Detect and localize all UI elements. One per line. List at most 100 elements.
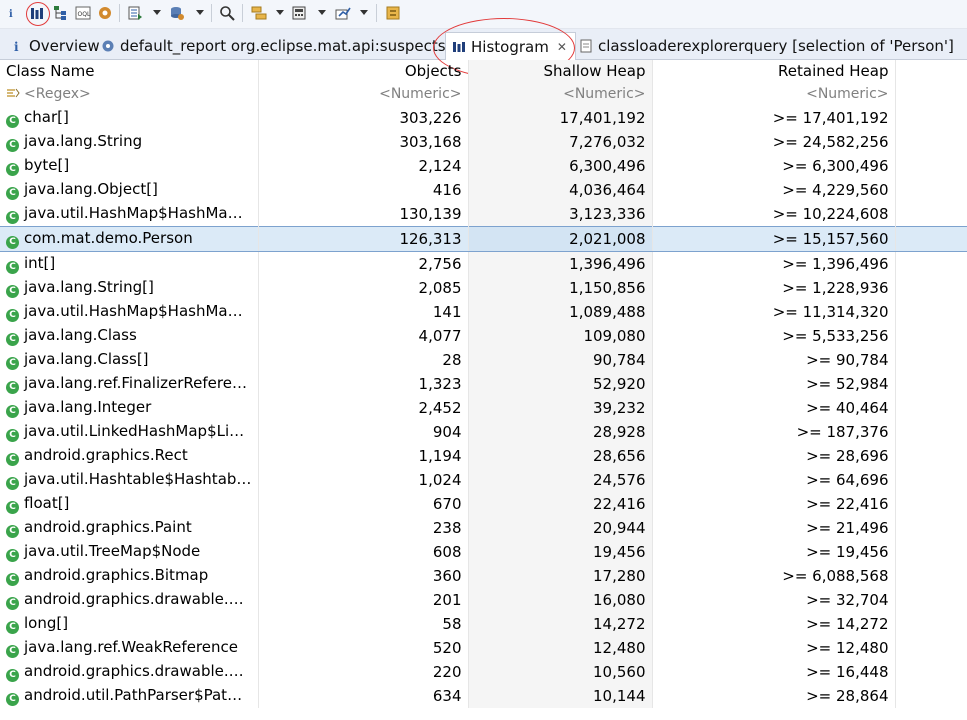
class-icon: C bbox=[6, 453, 19, 466]
retained-heap-cell: >= 40,464 bbox=[652, 396, 896, 420]
report-icon bbox=[101, 39, 115, 53]
class-name: java.lang.Class[] bbox=[24, 350, 149, 368]
table-row[interactable]: Clong[] 58 14,272 >= 14,272 bbox=[0, 612, 967, 636]
class-icon: C bbox=[6, 549, 19, 562]
export-icon[interactable] bbox=[334, 3, 352, 23]
class-icon: C bbox=[6, 211, 19, 224]
table-row[interactable]: Candroid.util.PathParser$PathD... 634 10,1… bbox=[0, 684, 967, 708]
table-row[interactable]: Cjava.lang.Class[] 28 90,784 >= 90,784 bbox=[0, 348, 967, 372]
objects-filter[interactable]: <Numeric> bbox=[258, 82, 469, 106]
retained-heap-cell: >= 5,533,256 bbox=[652, 324, 896, 348]
table-row[interactable]: Candroid.graphics.Paint 238 20,944 >= 21,49… bbox=[0, 516, 967, 540]
dominator-tree-icon[interactable] bbox=[52, 3, 70, 23]
filler-cell bbox=[895, 251, 967, 276]
table-row[interactable]: Candroid.graphics.Rect 1,194 28,656 >= 28,6… bbox=[0, 444, 967, 468]
toolbar-separator bbox=[242, 4, 243, 22]
objects-cell: 220 bbox=[258, 660, 469, 684]
filler-cell bbox=[895, 660, 967, 684]
class-name: java.lang.Class bbox=[24, 326, 137, 344]
settings-icon[interactable] bbox=[384, 3, 402, 23]
table-row[interactable]: Cjava.util.HashMap$HashMapE... 141 1,089,4… bbox=[0, 300, 967, 324]
table-row[interactable]: Cjava.lang.String[] 2,085 1,150,856 >= 1,22… bbox=[0, 276, 967, 300]
class-name: java.lang.String[] bbox=[24, 278, 154, 296]
chevron-down-icon[interactable] bbox=[196, 10, 204, 15]
calculate-icon[interactable] bbox=[290, 3, 308, 23]
column-header-retained-heap[interactable]: Retained Heap bbox=[652, 60, 896, 82]
retained-heap-cell: >= 24,582,256 bbox=[652, 130, 896, 154]
class-icon: C bbox=[6, 187, 19, 200]
table-row[interactable]: Cjava.util.Hashtable$Hashtable... 1,024 24… bbox=[0, 468, 967, 492]
chevron-down-icon[interactable] bbox=[360, 10, 368, 15]
svg-text:i: i bbox=[14, 40, 19, 53]
objects-cell: 2,452 bbox=[258, 396, 469, 420]
chevron-down-icon[interactable] bbox=[153, 10, 161, 15]
class-name: char[] bbox=[24, 108, 69, 126]
table-row[interactable]: Cfloat[] 670 22,416 >= 22,416 bbox=[0, 492, 967, 516]
class-name-cell: Candroid.graphics.Bitmap bbox=[0, 564, 259, 588]
tab-overview[interactable]: i Overview bbox=[10, 33, 100, 59]
filler-cell bbox=[895, 636, 967, 660]
search-icon[interactable] bbox=[218, 3, 236, 23]
class-name-cell: Cjava.lang.Integer bbox=[0, 396, 259, 420]
table-row[interactable]: Cjava.lang.String 303,168 7,276,032 >= 24,5… bbox=[0, 130, 967, 154]
table-row[interactable]: Cjava.util.HashMap$HashMapE... 130,139 3,1… bbox=[0, 202, 967, 227]
table-row[interactable]: Candroid.graphics.drawable.Ni... 220 10,56… bbox=[0, 660, 967, 684]
shallow-heap-cell: 22,416 bbox=[468, 492, 653, 516]
info-icon[interactable]: i bbox=[6, 3, 18, 23]
tab-classloader-explorer[interactable]: classloaderexplorerquery [selection of '… bbox=[579, 33, 954, 59]
table-row[interactable]: Cjava.util.TreeMap$Node 608 19,456 >= 19,45… bbox=[0, 540, 967, 564]
table-row[interactable]: Cint[] 2,756 1,396,496 >= 1,396,496 bbox=[0, 251, 967, 276]
chevron-down-icon[interactable] bbox=[318, 10, 326, 15]
tab-histogram[interactable]: Histogram ✕ bbox=[445, 32, 576, 60]
retained-heap-cell: >= 32,704 bbox=[652, 588, 896, 612]
shallow-heap-cell: 109,080 bbox=[468, 324, 653, 348]
table-header-row: Class Name Objects Shallow Heap Retained… bbox=[0, 60, 967, 82]
oql-icon[interactable]: OQL bbox=[74, 3, 92, 23]
table-row[interactable]: Cchar[] 303,226 17,401,192 >= 17,401,192 bbox=[0, 106, 967, 130]
shallow-heap-cell: 19,456 bbox=[468, 540, 653, 564]
class-icon: C bbox=[6, 139, 19, 152]
group-icon[interactable] bbox=[250, 3, 268, 23]
class-name-cell: Cbyte[] bbox=[0, 154, 259, 178]
filler-cell bbox=[895, 226, 967, 252]
class-icon: C bbox=[6, 501, 19, 514]
shallow-heap-cell: 1,396,496 bbox=[468, 251, 653, 276]
class-name-cell: Cjava.util.LinkedHashMap$Link... bbox=[0, 420, 259, 444]
table-row[interactable]: Cjava.lang.Class 4,077 109,080 >= 5,533,256 bbox=[0, 324, 967, 348]
class-name: long[] bbox=[24, 614, 69, 632]
table-row[interactable]: Cjava.lang.Integer 2,452 39,232 >= 40,464 bbox=[0, 396, 967, 420]
close-icon[interactable]: ✕ bbox=[557, 40, 567, 54]
regex-icon bbox=[7, 88, 20, 98]
table-row[interactable]: Cbyte[] 2,124 6,300,496 >= 6,300,496 bbox=[0, 154, 967, 178]
table-row[interactable]: Candroid.graphics.Bitmap 360 17,280 >= 6,08… bbox=[0, 564, 967, 588]
table-row[interactable]: Cjava.util.LinkedHashMap$Link... 904 28,92… bbox=[0, 420, 967, 444]
retained-heap-cell: >= 1,396,496 bbox=[652, 251, 896, 276]
table-row[interactable]: Cjava.lang.ref.WeakReference 520 12,480 >= … bbox=[0, 636, 967, 660]
class-name-cell: Candroid.graphics.Rect bbox=[0, 444, 259, 468]
objects-cell: 2,756 bbox=[258, 251, 469, 276]
column-header-shallow-heap[interactable]: Shallow Heap bbox=[468, 60, 653, 82]
heap-dump-icon[interactable] bbox=[168, 3, 186, 23]
retained-heap-cell: >= 12,480 bbox=[652, 636, 896, 660]
objects-cell: 1,194 bbox=[258, 444, 469, 468]
filler-cell bbox=[895, 348, 967, 372]
column-header-class-name[interactable]: Class Name bbox=[0, 60, 259, 82]
table-row[interactable]: Ccom.mat.demo.Person 126,313 2,021,008 >= 1… bbox=[0, 226, 967, 252]
shallow-heap-cell: 14,272 bbox=[468, 612, 653, 636]
table-row[interactable]: Cjava.lang.ref.FinalizerReference 1,323 52… bbox=[0, 372, 967, 396]
table-row[interactable]: Candroid.graphics.drawable.Ni... 201 16,08… bbox=[0, 588, 967, 612]
column-header-objects[interactable]: Objects bbox=[258, 60, 469, 82]
query-icon[interactable] bbox=[96, 3, 114, 23]
shallow-heap-filter[interactable]: <Numeric> bbox=[468, 82, 653, 106]
retained-heap-filter[interactable]: <Numeric> bbox=[652, 82, 896, 106]
actions-icon[interactable] bbox=[126, 3, 144, 23]
class-name: java.lang.ref.FinalizerReference bbox=[24, 374, 258, 392]
chevron-down-icon[interactable] bbox=[276, 10, 284, 15]
filler-cell bbox=[895, 202, 967, 227]
tab-default-report[interactable]: default_report org.eclipse.mat.api:suspe… bbox=[101, 33, 446, 59]
histogram-icon[interactable] bbox=[28, 3, 46, 23]
table-row[interactable]: Cjava.lang.Object[] 416 4,036,464 >= 4,229,… bbox=[0, 178, 967, 202]
class-name-filter[interactable]: <Regex> bbox=[0, 82, 259, 106]
class-name-cell: Cjava.util.HashMap$HashMapE... bbox=[0, 300, 259, 324]
retained-heap-cell: >= 10,224,608 bbox=[652, 202, 896, 227]
